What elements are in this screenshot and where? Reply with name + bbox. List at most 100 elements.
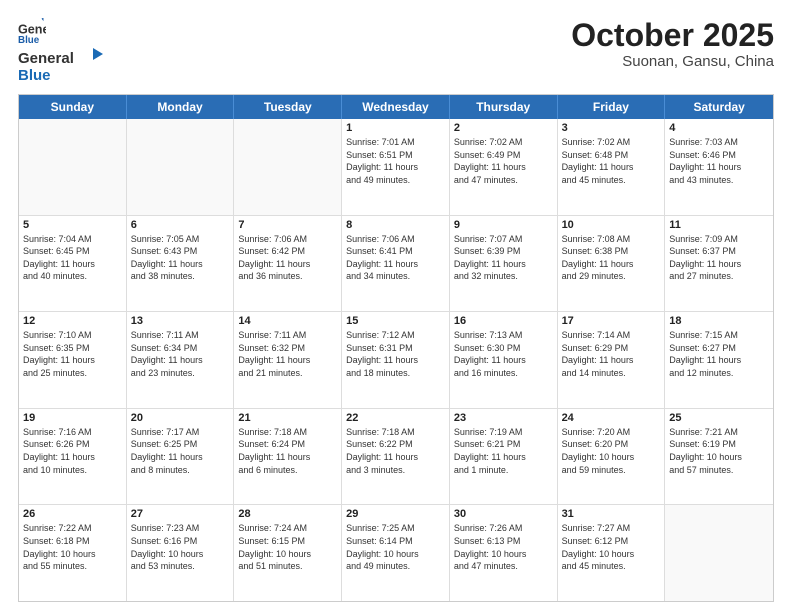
day-number: 16: [454, 315, 553, 327]
page-title: October 2025: [571, 18, 774, 53]
day-number: 6: [131, 219, 230, 231]
calendar-body: 1Sunrise: 7:01 AM Sunset: 6:51 PM Daylig…: [19, 119, 773, 601]
calendar-cell-2-0: 12 Sunrise: 7:10 AM Sunset: 6:35 PM Dayli…: [19, 312, 127, 408]
calendar: SundayMondayTuesdayWednesdayThursdayFrid…: [18, 94, 774, 602]
day-number: 1: [346, 122, 445, 134]
calendar-cell-1-5: 10 Sunrise: 7:08 AM Sunset: 6:38 PM Dayli…: [558, 216, 666, 312]
svg-text:Blue: Blue: [18, 67, 51, 84]
day-info: Sunrise: 7:13 AM Sunset: 6:30 PM Dayligh…: [454, 329, 553, 379]
day-info: Sunrise: 7:08 AM Sunset: 6:38 PM Dayligh…: [562, 233, 661, 283]
day-number: 25: [669, 412, 769, 424]
day-number: 9: [454, 219, 553, 231]
day-number: 27: [131, 508, 230, 520]
calendar-cell-4-1: 27 Sunrise: 7:23 AM Sunset: 6:16 PM Dayli…: [127, 505, 235, 601]
day-info: Sunrise: 7:16 AM Sunset: 6:26 PM Dayligh…: [23, 426, 122, 476]
day-info: Sunrise: 7:25 AM Sunset: 6:14 PM Dayligh…: [346, 522, 445, 572]
day-number: 19: [23, 412, 122, 424]
calendar-row-4: 26 Sunrise: 7:22 AM Sunset: 6:18 PM Dayli…: [19, 505, 773, 601]
day-info: Sunrise: 7:21 AM Sunset: 6:19 PM Dayligh…: [669, 426, 769, 476]
day-info: Sunrise: 7:11 AM Sunset: 6:32 PM Dayligh…: [238, 329, 337, 379]
header: General Blue General Blue October 2025 S…: [18, 18, 774, 84]
day-number: 24: [562, 412, 661, 424]
day-info: Sunrise: 7:06 AM Sunset: 6:42 PM Dayligh…: [238, 233, 337, 283]
page-subtitle: Suonan, Gansu, China: [571, 53, 774, 70]
calendar-cell-2-6: 18Sunrise: 7:15 AM Sunset: 6:27 PM Dayli…: [665, 312, 773, 408]
calendar-cell-1-3: 8 Sunrise: 7:06 AM Sunset: 6:41 PM Daylig…: [342, 216, 450, 312]
day-info: Sunrise: 7:26 AM Sunset: 6:13 PM Dayligh…: [454, 522, 553, 572]
title-block: October 2025 Suonan, Gansu, China: [571, 18, 774, 70]
day-number: 8: [346, 219, 445, 231]
day-number: 2: [454, 122, 553, 134]
day-info: Sunrise: 7:09 AM Sunset: 6:37 PM Dayligh…: [669, 233, 769, 283]
day-info: Sunrise: 7:19 AM Sunset: 6:21 PM Dayligh…: [454, 426, 553, 476]
calendar-cell-2-3: 15 Sunrise: 7:12 AM Sunset: 6:31 PM Dayli…: [342, 312, 450, 408]
weekday-header-tuesday: Tuesday: [234, 95, 342, 119]
day-number: 31: [562, 508, 661, 520]
weekday-header-monday: Monday: [127, 95, 235, 119]
calendar-row-2: 12 Sunrise: 7:10 AM Sunset: 6:35 PM Dayli…: [19, 312, 773, 409]
day-info: Sunrise: 7:22 AM Sunset: 6:18 PM Dayligh…: [23, 522, 122, 572]
calendar-cell-1-1: 6 Sunrise: 7:05 AM Sunset: 6:43 PM Daylig…: [127, 216, 235, 312]
calendar-cell-0-1: [127, 119, 235, 215]
day-info: Sunrise: 7:06 AM Sunset: 6:41 PM Dayligh…: [346, 233, 445, 283]
day-number: 7: [238, 219, 337, 231]
day-number: 26: [23, 508, 122, 520]
calendar-cell-4-6: [665, 505, 773, 601]
day-info: Sunrise: 7:10 AM Sunset: 6:35 PM Dayligh…: [23, 329, 122, 379]
weekday-header-thursday: Thursday: [450, 95, 558, 119]
svg-text:General: General: [18, 22, 46, 36]
day-info: Sunrise: 7:02 AM Sunset: 6:49 PM Dayligh…: [454, 136, 553, 186]
calendar-cell-3-0: 19 Sunrise: 7:16 AM Sunset: 6:26 PM Dayli…: [19, 409, 127, 505]
calendar-cell-3-5: 24 Sunrise: 7:20 AM Sunset: 6:20 PM Dayli…: [558, 409, 666, 505]
day-info: Sunrise: 7:15 AM Sunset: 6:27 PM Dayligh…: [669, 329, 769, 379]
day-number: 23: [454, 412, 553, 424]
day-number: 15: [346, 315, 445, 327]
weekday-header-saturday: Saturday: [665, 95, 773, 119]
day-info: Sunrise: 7:07 AM Sunset: 6:39 PM Dayligh…: [454, 233, 553, 283]
day-info: Sunrise: 7:03 AM Sunset: 6:46 PM Dayligh…: [669, 136, 769, 186]
calendar-row-1: 5Sunrise: 7:04 AM Sunset: 6:45 PM Daylig…: [19, 216, 773, 313]
day-number: 28: [238, 508, 337, 520]
calendar-cell-4-3: 29Sunrise: 7:25 AM Sunset: 6:14 PM Dayli…: [342, 505, 450, 601]
day-info: Sunrise: 7:18 AM Sunset: 6:22 PM Dayligh…: [346, 426, 445, 476]
calendar-cell-3-6: 25 Sunrise: 7:21 AM Sunset: 6:19 PM Dayli…: [665, 409, 773, 505]
day-number: 22: [346, 412, 445, 424]
day-number: 3: [562, 122, 661, 134]
day-number: 20: [131, 412, 230, 424]
day-number: 12: [23, 315, 122, 327]
day-number: 5: [23, 219, 122, 231]
page: General Blue General Blue October 2025 S…: [0, 0, 792, 612]
weekday-header-sunday: Sunday: [19, 95, 127, 119]
calendar-cell-0-5: 3 Sunrise: 7:02 AM Sunset: 6:48 PM Daylig…: [558, 119, 666, 215]
day-info: Sunrise: 7:20 AM Sunset: 6:20 PM Dayligh…: [562, 426, 661, 476]
day-number: 14: [238, 315, 337, 327]
calendar-cell-0-3: 1Sunrise: 7:01 AM Sunset: 6:51 PM Daylig…: [342, 119, 450, 215]
calendar-cell-0-6: 4 Sunrise: 7:03 AM Sunset: 6:46 PM Daylig…: [665, 119, 773, 215]
day-number: 4: [669, 122, 769, 134]
day-info: Sunrise: 7:23 AM Sunset: 6:16 PM Dayligh…: [131, 522, 230, 572]
calendar-cell-3-2: 21Sunrise: 7:18 AM Sunset: 6:24 PM Dayli…: [234, 409, 342, 505]
day-number: 10: [562, 219, 661, 231]
weekday-header-wednesday: Wednesday: [342, 95, 450, 119]
calendar-cell-4-5: 31 Sunrise: 7:27 AM Sunset: 6:12 PM Dayli…: [558, 505, 666, 601]
calendar-cell-3-3: 22 Sunrise: 7:18 AM Sunset: 6:22 PM Dayli…: [342, 409, 450, 505]
calendar-cell-1-2: 7 Sunrise: 7:06 AM Sunset: 6:42 PM Daylig…: [234, 216, 342, 312]
calendar-row-3: 19 Sunrise: 7:16 AM Sunset: 6:26 PM Dayli…: [19, 409, 773, 506]
day-number: 17: [562, 315, 661, 327]
day-number: 30: [454, 508, 553, 520]
day-info: Sunrise: 7:02 AM Sunset: 6:48 PM Dayligh…: [562, 136, 661, 186]
day-number: 13: [131, 315, 230, 327]
svg-text:General: General: [18, 50, 74, 67]
calendar-cell-1-6: 11 Sunrise: 7:09 AM Sunset: 6:37 PM Dayli…: [665, 216, 773, 312]
logo-icon: General Blue: [18, 18, 46, 46]
logo: General Blue General Blue: [18, 18, 108, 84]
day-info: Sunrise: 7:11 AM Sunset: 6:34 PM Dayligh…: [131, 329, 230, 379]
day-info: Sunrise: 7:27 AM Sunset: 6:12 PM Dayligh…: [562, 522, 661, 572]
calendar-cell-2-4: 16 Sunrise: 7:13 AM Sunset: 6:30 PM Dayli…: [450, 312, 558, 408]
calendar-cell-0-4: 2 Sunrise: 7:02 AM Sunset: 6:49 PM Daylig…: [450, 119, 558, 215]
day-info: Sunrise: 7:05 AM Sunset: 6:43 PM Dayligh…: [131, 233, 230, 283]
day-number: 11: [669, 219, 769, 231]
calendar-cell-2-1: 13 Sunrise: 7:11 AM Sunset: 6:34 PM Dayli…: [127, 312, 235, 408]
day-info: Sunrise: 7:12 AM Sunset: 6:31 PM Dayligh…: [346, 329, 445, 379]
calendar-cell-1-0: 5Sunrise: 7:04 AM Sunset: 6:45 PM Daylig…: [19, 216, 127, 312]
